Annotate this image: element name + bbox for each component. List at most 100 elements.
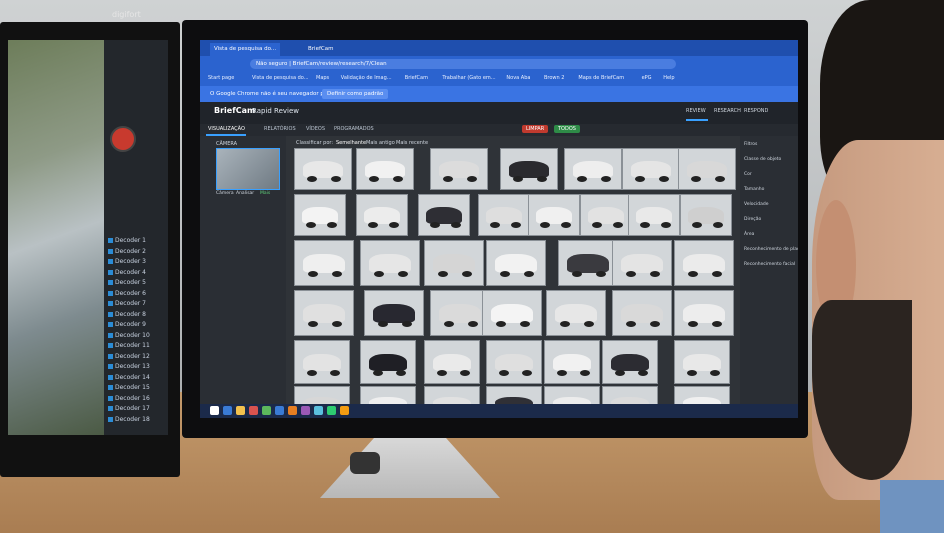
vehicle-thumbnail[interactable] [612,240,672,286]
vehicle-thumbnail[interactable] [558,240,618,286]
taskbar-app-icon[interactable] [236,406,245,415]
url-input[interactable]: Não seguro | BriefCam/review/research/7/… [250,59,676,69]
camera-list-item[interactable]: Decoder 13 [108,362,164,371]
vehicle-thumbnail[interactable] [356,148,414,190]
vehicle-thumbnail[interactable] [418,194,470,236]
camera-list-item[interactable]: Decoder 9 [108,320,164,329]
clear-button[interactable]: LIMPAR [522,125,549,133]
taskbar-app-icon[interactable] [327,406,336,415]
bookmark-link[interactable]: Nova Aba [506,75,530,81]
filter-item[interactable]: Reconhecimento de placa [744,247,798,252]
bookmark-link[interactable]: Trabalhar (Gato em... [442,75,495,81]
vehicle-thumbnail[interactable] [482,290,542,336]
filter-item[interactable]: Reconhecimento facial [744,262,795,267]
vehicle-thumbnail[interactable] [294,194,346,236]
tab-videos[interactable]: VÍDEOS [306,126,325,132]
camera-list-item[interactable]: Decoder 12 [108,352,164,361]
record-button[interactable] [110,126,136,152]
filter-item[interactable]: Área [744,232,754,237]
camera-list-item[interactable]: Decoder 7 [108,299,164,308]
vehicle-thumbnail[interactable] [360,240,420,286]
browser-tab[interactable]: BriefCam [304,43,337,56]
filter-item[interactable]: Filtros [744,142,757,147]
vehicle-thumbnail[interactable] [424,340,480,384]
camera-list-item[interactable]: Decoder 11 [108,341,164,350]
vehicle-thumbnail[interactable] [364,290,424,336]
filter-item[interactable]: Cor [744,172,752,177]
vehicle-thumbnail[interactable] [674,290,734,336]
camera-list-item[interactable]: Decoder 14 [108,373,164,382]
taskbar-app-icon[interactable] [223,406,232,415]
nav-review[interactable]: REVIEW [686,108,706,114]
bookmark-link[interactable]: BriefCam [405,75,428,81]
camera-list-item[interactable]: Decoder 17 [108,404,164,413]
vehicle-thumbnail[interactable] [486,240,546,286]
vehicle-thumbnail[interactable] [612,290,672,336]
camera-list-item[interactable]: Decoder 5 [108,278,164,287]
camera-list-item[interactable]: Decoder 16 [108,394,164,403]
taskbar-app-icon[interactable] [262,406,271,415]
vehicle-thumbnail[interactable] [356,194,408,236]
bookmark-link[interactable]: Validação de Imag... [341,75,392,81]
bookmark-link[interactable]: Brown 2 [544,75,564,81]
vehicle-thumbnail[interactable] [430,290,490,336]
vehicle-thumbnail[interactable] [680,194,732,236]
bookmark-link[interactable]: Maps de BriefCam [578,75,624,81]
vehicle-thumbnail[interactable] [602,340,658,384]
camera-list-item[interactable]: Decoder 8 [108,310,164,319]
vehicle-thumbnail[interactable] [564,148,622,190]
taskbar-app-icon[interactable] [301,406,310,415]
nav-respond[interactable]: RESPOND [744,108,768,114]
vehicle-thumbnail[interactable] [528,194,580,236]
sort-oldest[interactable]: Mais antigo [366,140,395,146]
camera-list-item[interactable]: Decoder 3 [108,257,164,266]
browser-tab[interactable]: Vista de pesquisa do... [210,43,281,56]
taskbar-app-icon[interactable] [314,406,323,415]
camera-list-item[interactable]: Decoder 18 [108,415,164,424]
sort-newest[interactable]: Mais recente [396,140,428,146]
vehicle-thumbnail[interactable] [622,148,680,190]
vehicle-thumbnail[interactable] [674,340,730,384]
vehicle-thumbnail[interactable] [546,290,606,336]
sidebar-item[interactable]: Câmera [216,191,234,196]
set-default-button[interactable]: Definir como padrão [322,89,389,99]
camera-thumbnail[interactable] [216,148,280,190]
vehicle-thumbnail[interactable] [580,194,632,236]
vehicle-thumbnail[interactable] [486,340,542,384]
vehicle-thumbnail[interactable] [678,148,736,190]
filter-item[interactable]: Direção [744,217,761,222]
vehicle-thumbnail[interactable] [544,340,600,384]
tab-relatorios[interactable]: RELATÓRIOS [264,126,296,132]
camera-list-item[interactable]: Decoder 6 [108,289,164,298]
bookmark-link[interactable]: Vista de pesquisa do... [252,75,309,81]
all-button[interactable]: TODOS [554,125,580,133]
camera-list-item[interactable]: Decoder 15 [108,383,164,392]
vehicle-thumbnail[interactable] [628,194,680,236]
sidebar-item[interactable]: Mais [260,191,270,196]
taskbar-app-icon[interactable] [210,406,219,415]
nav-research[interactable]: RESEARCH [714,108,741,114]
camera-list-item[interactable]: Decoder 2 [108,247,164,256]
sort-similar[interactable]: Semelhante [336,140,366,146]
taskbar-app-icon[interactable] [340,406,349,415]
vehicle-thumbnail[interactable] [424,240,484,286]
vehicle-thumbnail[interactable] [294,240,354,286]
camera-list-item[interactable]: Decoder 10 [108,331,164,340]
filter-item[interactable]: Velocidade [744,202,768,207]
bookmark-link[interactable]: Help [663,75,674,81]
tab-programados[interactable]: PROGRAMADOS [334,126,374,132]
vehicle-thumbnail[interactable] [294,340,350,384]
filter-item[interactable]: Tamanho [744,187,764,192]
tab-visualizacao[interactable]: VISUALIZAÇÃO [208,126,245,132]
vehicle-thumbnail[interactable] [294,290,354,336]
bookmark-link[interactable]: Maps [316,75,329,81]
vehicle-thumbnail[interactable] [360,340,416,384]
camera-list-item[interactable]: Decoder 1 [108,236,164,245]
taskbar-app-icon[interactable] [249,406,258,415]
vehicle-thumbnail[interactable] [478,194,530,236]
camera-list-item[interactable]: Decoder 4 [108,268,164,277]
vehicle-thumbnail[interactable] [674,240,734,286]
taskbar-app-icon[interactable] [275,406,284,415]
filter-item[interactable]: Classe de objeto [744,157,781,162]
vehicle-thumbnail[interactable] [500,148,558,190]
